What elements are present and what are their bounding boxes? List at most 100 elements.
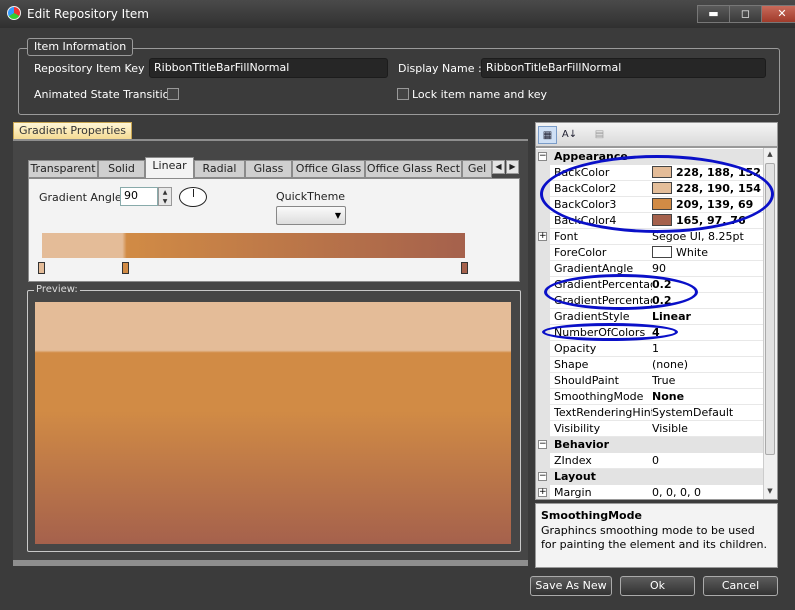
row-gutter bbox=[536, 389, 550, 405]
tab-glass[interactable]: Glass bbox=[245, 160, 292, 178]
property-row[interactable]: GradientStyle Linear bbox=[536, 309, 765, 325]
angle-dial[interactable] bbox=[179, 187, 207, 207]
tab-office-glass-rect[interactable]: Office Glass Rect bbox=[365, 160, 462, 178]
preview-label: Preview: bbox=[34, 284, 80, 295]
help-title: SmoothingMode bbox=[541, 509, 642, 522]
property-value-cell[interactable]: True bbox=[652, 374, 765, 387]
display-name-label: Display Name : bbox=[398, 62, 482, 75]
repository-key-input[interactable]: RibbonTitleBarFillNormal bbox=[149, 58, 388, 78]
property-name: TextRenderingHint bbox=[554, 406, 652, 419]
property-value: None bbox=[652, 390, 685, 403]
row-gutter bbox=[536, 373, 550, 389]
property-value: (none) bbox=[652, 358, 689, 371]
property-row[interactable]: ForeColor White bbox=[536, 245, 765, 261]
item-information-legend: Item Information bbox=[27, 38, 134, 56]
lock-item-label: Lock item name and key bbox=[412, 88, 548, 101]
app-icon bbox=[7, 6, 21, 20]
property-value-cell[interactable]: White bbox=[652, 246, 765, 259]
tab-scroll-right-icon[interactable]: ▶ bbox=[506, 160, 519, 174]
property-value: Linear bbox=[652, 310, 691, 323]
property-row[interactable]: TextRenderingHint SystemDefault bbox=[536, 405, 765, 421]
row-gutter bbox=[536, 309, 550, 325]
tab-gel[interactable]: Gel bbox=[462, 160, 492, 178]
gradient-angle-input[interactable]: 90 bbox=[120, 187, 158, 206]
row-gutter bbox=[536, 421, 550, 437]
close-button[interactable]: ✕ bbox=[761, 5, 795, 23]
property-row[interactable]: Shape (none) bbox=[536, 357, 765, 373]
property-value: 0, 0, 0, 0 bbox=[652, 486, 701, 499]
spin-down-icon[interactable]: ▼ bbox=[159, 197, 171, 206]
property-name: GradientAngle bbox=[554, 262, 634, 275]
gradient-stop[interactable] bbox=[38, 262, 45, 274]
repository-key-label: Repository Item Key : bbox=[34, 62, 152, 75]
property-row[interactable]: Visibility Visible bbox=[536, 421, 765, 437]
collapse-icon[interactable]: − bbox=[538, 440, 547, 449]
property-grid-toolbar: ▦ A↓ ▤ bbox=[535, 122, 778, 147]
property-row[interactable]: ZIndex 0 bbox=[536, 453, 765, 469]
gradient-type-tabstrip: Transparent Solid Linear Radial Glass Of… bbox=[28, 157, 520, 178]
property-value-cell[interactable]: SystemDefault bbox=[652, 406, 765, 419]
collapse-icon[interactable]: − bbox=[538, 472, 547, 481]
property-row[interactable]: Opacity 1 bbox=[536, 341, 765, 357]
collapse-icon[interactable]: − bbox=[538, 152, 547, 161]
scroll-up-icon[interactable]: ▲ bbox=[765, 150, 775, 160]
save-as-new-button[interactable]: Save As New bbox=[530, 576, 612, 596]
lock-item-checkbox[interactable] bbox=[397, 88, 409, 100]
cancel-button[interactable]: Cancel bbox=[703, 576, 778, 596]
property-value-cell[interactable]: 90 bbox=[652, 262, 765, 275]
property-value-cell[interactable]: (none) bbox=[652, 358, 765, 371]
property-value-cell[interactable]: Visible bbox=[652, 422, 765, 435]
property-pages-icon[interactable]: ▤ bbox=[590, 126, 609, 144]
property-row[interactable]: ShouldPaint True bbox=[536, 373, 765, 389]
gradient-bar[interactable] bbox=[42, 233, 465, 258]
display-name-input[interactable]: RibbonTitleBarFillNormal bbox=[481, 58, 766, 78]
row-gutter bbox=[536, 261, 550, 277]
property-value-cell[interactable]: None bbox=[652, 390, 765, 403]
property-row[interactable]: SmoothingMode None bbox=[536, 389, 765, 405]
row-gutter bbox=[536, 213, 550, 229]
expand-icon[interactable]: + bbox=[538, 232, 547, 241]
property-name: Opacity bbox=[554, 342, 597, 355]
quicktheme-dropdown[interactable]: ▼ bbox=[276, 206, 346, 225]
tab-linear[interactable]: Linear bbox=[145, 157, 194, 178]
tab-solid[interactable]: Solid bbox=[98, 160, 145, 178]
property-value: White bbox=[676, 246, 708, 259]
tab-scroll-left-icon[interactable]: ◀ bbox=[492, 160, 505, 174]
gradient-properties-tab[interactable]: Gradient Properties bbox=[13, 122, 132, 140]
annotation-ellipse-gradient-percentage bbox=[544, 274, 698, 310]
property-value-cell[interactable]: Linear bbox=[652, 310, 765, 323]
maximize-button[interactable]: ◻ bbox=[729, 5, 762, 23]
property-value-cell[interactable]: 1 bbox=[652, 342, 765, 355]
ok-button[interactable]: Ok bbox=[620, 576, 695, 596]
expand-icon[interactable]: + bbox=[538, 488, 547, 497]
property-category[interactable]: − Behavior bbox=[536, 437, 765, 453]
preview-canvas bbox=[35, 302, 511, 544]
row-gutter bbox=[536, 405, 550, 421]
property-name: Shape bbox=[554, 358, 589, 371]
gradient-stop[interactable] bbox=[122, 262, 129, 274]
quicktheme-label: QuickTheme bbox=[276, 190, 346, 203]
property-row[interactable]: + Margin 0, 0, 0, 0 bbox=[536, 485, 765, 499]
category-label: Layout bbox=[554, 470, 596, 483]
row-gutter bbox=[536, 341, 550, 357]
row-gutter bbox=[536, 245, 550, 261]
gradient-angle-spinner[interactable]: ▲ ▼ bbox=[158, 187, 172, 206]
color-swatch bbox=[652, 246, 672, 258]
property-name: GradientStyle bbox=[554, 310, 630, 323]
tab-radial[interactable]: Radial bbox=[194, 160, 245, 178]
property-name: SmoothingMode bbox=[554, 390, 644, 403]
scroll-down-icon[interactable]: ▼ bbox=[765, 487, 775, 497]
gradient-stop[interactable] bbox=[461, 262, 468, 274]
tab-transparent[interactable]: Transparent bbox=[28, 160, 98, 178]
categorized-icon[interactable]: ▦ bbox=[538, 126, 557, 144]
minimize-button[interactable]: ▬ bbox=[697, 5, 730, 23]
tab-office-glass[interactable]: Office Glass bbox=[292, 160, 365, 178]
property-value-cell[interactable]: 0, 0, 0, 0 bbox=[652, 486, 765, 499]
property-value-cell[interactable]: 0 bbox=[652, 454, 765, 467]
animated-transition-checkbox[interactable] bbox=[167, 88, 179, 100]
property-category[interactable]: − Layout bbox=[536, 469, 765, 485]
property-value: SystemDefault bbox=[652, 406, 734, 419]
alphabetical-icon[interactable]: A↓ bbox=[560, 126, 579, 144]
spin-up-icon[interactable]: ▲ bbox=[159, 188, 171, 197]
property-name: Margin bbox=[554, 486, 592, 499]
